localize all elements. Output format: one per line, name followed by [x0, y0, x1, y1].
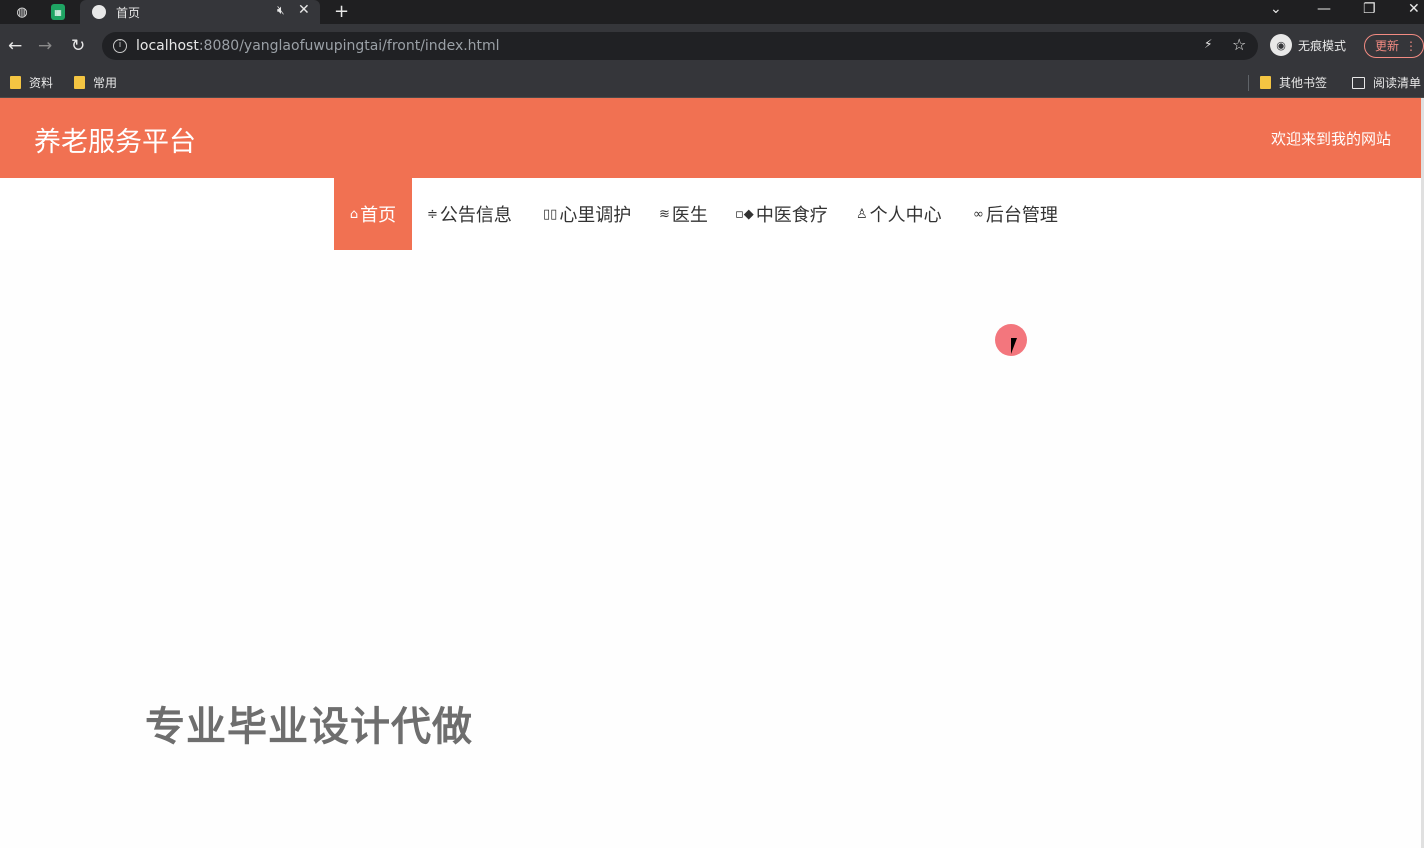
- minimize-icon[interactable]: —: [1317, 1, 1331, 17]
- reading-list-button[interactable]: 阅读清单: [1352, 74, 1421, 91]
- nav-item-admin[interactable]: ∞ 后台管理: [973, 178, 1058, 250]
- bookmarks-bar: 资料 常用 其他书签 阅读清单: [0, 68, 1424, 98]
- address-bar[interactable]: i localhost:8080/yanglaofuwupingtai/fron…: [102, 32, 1258, 60]
- folder-icon: [74, 76, 85, 89]
- translate-icon[interactable]: ⚡︎: [1204, 37, 1212, 51]
- columns-icon: ▯▯: [543, 206, 558, 222]
- bookmark-folder-other[interactable]: 其他书签: [1260, 74, 1327, 91]
- globe-icon: [92, 5, 106, 19]
- folder-icon: [1260, 76, 1271, 89]
- nav-item-tcm-diet[interactable]: ▫◆ 中医食疗: [735, 178, 828, 250]
- incognito-label: 无痕模式: [1298, 38, 1347, 53]
- update-label: 更新: [1375, 39, 1400, 53]
- mouse-pointer-icon: [1011, 338, 1017, 354]
- nav-label: 医生: [671, 205, 708, 226]
- incognito-icon: ◉: [1270, 34, 1292, 56]
- new-tab-button[interactable]: +: [334, 1, 349, 22]
- site-header: 养老服务平台 欢迎来到我的网站: [0, 98, 1421, 178]
- tab-home[interactable]: 首页 🔇︎ ✕: [80, 0, 320, 24]
- welcome-text: 欢迎来到我的网站: [1270, 130, 1391, 148]
- nav-label: 后台管理: [985, 205, 1058, 226]
- tab-title: 首页: [116, 6, 141, 20]
- update-button[interactable]: 更新 ⋮: [1364, 34, 1424, 58]
- browser-toolbar: ← → ↻ i localhost:8080/yanglaofuwupingta…: [0, 24, 1424, 68]
- globe-icon[interactable]: ◍: [13, 3, 31, 21]
- nav-label: 个人中心: [869, 205, 942, 226]
- window-close-icon[interactable]: ✕: [1408, 1, 1420, 17]
- nav-label: 首页: [360, 205, 397, 226]
- sheets-tab-icon[interactable]: ▦: [51, 4, 65, 20]
- sliders-icon: ≑: [427, 206, 438, 222]
- bookmark-label: 其他书签: [1279, 76, 1328, 90]
- reading-list-label: 阅读清单: [1373, 76, 1422, 90]
- menu-icon[interactable]: ⋮: [1405, 35, 1417, 57]
- main-nav: ⌂ 首页 ≑ 公告信息 ▯▯ 心里调护 ≋ 医生 ▫◆ 中医食疗 ♙ 个人中心 …: [0, 178, 1421, 250]
- nav-item-psych-care[interactable]: ▯▯ 心里调护: [543, 178, 631, 250]
- banner-watermark-text: 专业毕业设计代做: [145, 704, 473, 750]
- back-icon[interactable]: ←: [8, 36, 22, 56]
- nav-label: 心里调护: [559, 205, 632, 226]
- bookmark-folder-changyong[interactable]: 常用: [74, 74, 117, 91]
- nav-item-doctors[interactable]: ≋ 医生: [659, 178, 708, 250]
- browser-tabstrip: ◍ ▦ 首页 🔇︎ ✕ + ⌄ — ❐ ✕: [0, 0, 1424, 24]
- site-info-icon[interactable]: i: [113, 39, 127, 53]
- bookmark-star-icon[interactable]: ☆: [1232, 35, 1246, 54]
- nav-item-home[interactable]: ⌂ 首页: [334, 178, 412, 250]
- forward-icon[interactable]: →: [38, 36, 52, 56]
- site-title[interactable]: 养老服务平台: [34, 120, 196, 159]
- hero-banner: 专业毕业设计代做: [0, 250, 1421, 848]
- close-icon[interactable]: ✕: [298, 2, 310, 18]
- tab-search-icon[interactable]: ⌄: [1270, 1, 1282, 17]
- nav-label: 公告信息: [439, 205, 512, 226]
- nav-item-personal-center[interactable]: ♙ 个人中心: [856, 178, 942, 250]
- layers-icon: ≋: [659, 206, 670, 222]
- reload-icon[interactable]: ↻: [71, 36, 85, 56]
- nav-item-announcements[interactable]: ≑ 公告信息: [427, 178, 512, 250]
- grid-icon: ▫◆: [735, 206, 754, 222]
- home-icon: ⌂: [349, 206, 359, 222]
- url-text[interactable]: localhost:8080/yanglaofuwupingtai/front/…: [136, 38, 500, 54]
- reading-list-icon: [1352, 76, 1365, 89]
- mute-icon[interactable]: 🔇︎: [277, 3, 285, 18]
- bookmark-label: 常用: [93, 76, 118, 90]
- folder-icon: [10, 76, 21, 89]
- bookmarks-divider: [1248, 75, 1249, 91]
- bookmark-folder-ziliao[interactable]: 资料: [10, 74, 53, 91]
- user-icon: ♙: [856, 206, 868, 222]
- nav-label: 中医食疗: [755, 205, 828, 226]
- bookmark-label: 资料: [29, 76, 54, 90]
- restore-icon[interactable]: ❐: [1363, 1, 1376, 17]
- link-icon: ∞: [973, 206, 984, 222]
- incognito-indicator[interactable]: ◉ 无痕模式: [1270, 34, 1346, 56]
